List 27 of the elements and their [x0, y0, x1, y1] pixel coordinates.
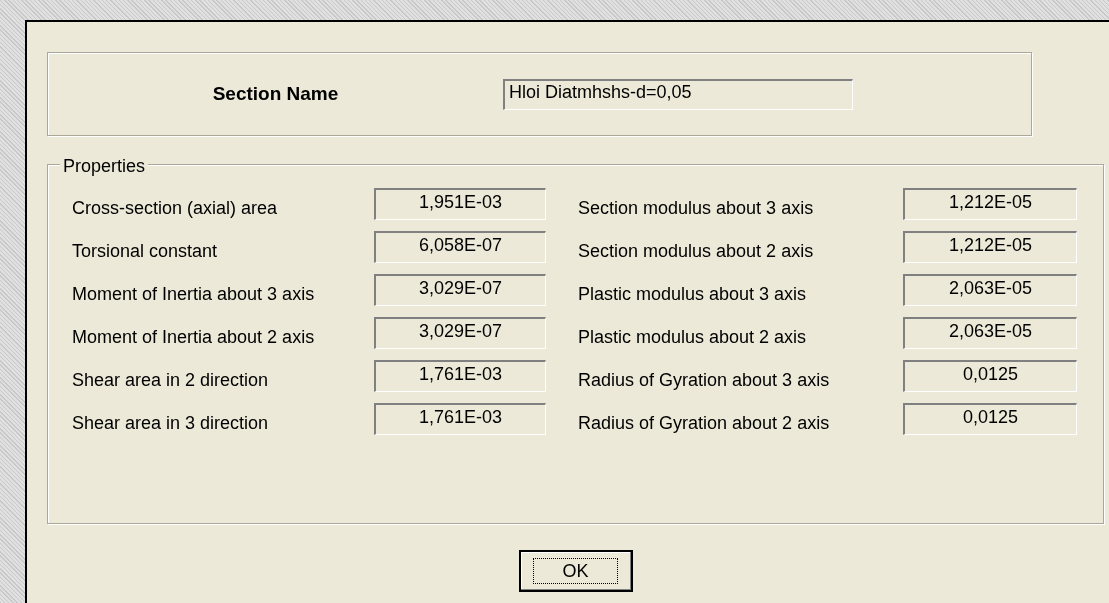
section-name-field[interactable]: Hloi Diatmhshs-d=0,05	[503, 78, 853, 110]
property-value-field: 3,029E-07	[374, 273, 546, 306]
property-value-field: 3,029E-07	[374, 316, 546, 349]
property-label: Radius of Gyration about 2 axis	[578, 412, 831, 435]
property-value-field: 2,063E-05	[903, 273, 1077, 306]
property-label: Section modulus about 3 axis	[578, 197, 815, 220]
section-name-label: Section Name	[211, 81, 340, 106]
property-value-field: 0,0125	[903, 359, 1077, 392]
property-label: Moment of Inertia about 2 axis	[72, 326, 316, 349]
property-value-field: 1,212E-05	[903, 187, 1077, 220]
property-label: Moment of Inertia about 3 axis	[72, 283, 316, 306]
property-label: Shear area in 2 direction	[72, 369, 270, 392]
property-label: Radius of Gyration about 3 axis	[578, 369, 831, 392]
property-value-field: 1,761E-03	[374, 359, 546, 392]
property-value-field: 6,058E-07	[374, 230, 546, 263]
property-label: Cross-section (axial) area	[72, 197, 279, 220]
property-value-field: 2,063E-05	[903, 316, 1077, 349]
property-value-field: 0,0125	[903, 402, 1077, 435]
ok-button[interactable]: OK	[518, 550, 633, 592]
property-value-field: 1,212E-05	[903, 230, 1077, 263]
property-value-field: 1,951E-03	[374, 187, 546, 220]
property-label: Section modulus about 2 axis	[578, 240, 815, 263]
property-label: Plastic modulus about 3 axis	[578, 283, 808, 306]
property-label: Plastic modulus about 2 axis	[578, 326, 808, 349]
property-label: Shear area in 3 direction	[72, 412, 270, 435]
property-label: Torsional constant	[72, 240, 219, 263]
property-value-field: 1,761E-03	[374, 402, 546, 435]
